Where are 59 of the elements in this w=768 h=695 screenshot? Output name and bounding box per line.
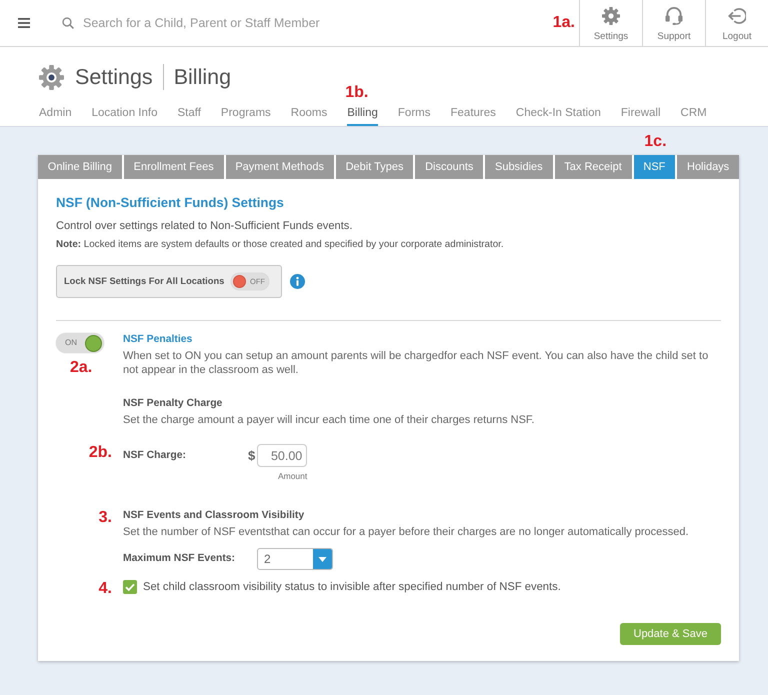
- nav-tab[interactable]: Features: [450, 104, 496, 126]
- settings-tab[interactable]: Holidays: [677, 155, 739, 179]
- nav-tab[interactable]: CRM: [680, 104, 707, 126]
- field-label: NSF Charge:: [123, 449, 187, 463]
- nav-tab[interactable]: Check-In Station: [516, 104, 601, 126]
- settings-tab[interactable]: Debit Types: [336, 155, 416, 179]
- dropdown-field[interactable]: 2: [257, 548, 333, 570]
- lock-label: Lock NSF Settings For All Locations: [64, 274, 224, 288]
- headset-icon: [665, 7, 683, 25]
- section-description: Set the charge amount a payer will incur each time one of their charges returns NSF.: [123, 413, 536, 427]
- info-icon[interactable]: [290, 274, 305, 289]
- toggle-knob: [233, 275, 246, 288]
- nav-tab[interactable]: Admin: [39, 104, 72, 126]
- caret-icon[interactable]: [313, 548, 332, 568]
- nav-tab[interactable]: Forms: [398, 104, 430, 126]
- toggle-knob: [85, 334, 102, 352]
- step-label: 1c.: [644, 133, 667, 151]
- settings-tab[interactable]: Subsidies: [485, 155, 554, 179]
- panel-description: Control over settings related to Non-Sufficient Funds events.: [56, 219, 354, 234]
- step-label: 1a.: [552, 14, 575, 32]
- section-description: When set to ON you can setup an amount parents will be chargedfor each NSF event. You can also have the child set to not appear in the classroom as well.: [123, 349, 710, 377]
- settings-tab[interactable]: NSF: [634, 155, 678, 179]
- nav-tab[interactable]: Billing: [347, 104, 378, 126]
- logout-icon: [728, 7, 746, 25]
- settings-tab[interactable]: Payment Methods: [226, 155, 336, 179]
- section-title: NSF Penalties: [123, 333, 194, 347]
- amount-field[interactable]: 50.00: [257, 444, 308, 467]
- gear-icon: [39, 64, 64, 90]
- checkbox[interactable]: [123, 580, 137, 594]
- nav-tab[interactable]: Programs: [220, 104, 271, 126]
- settings-tab[interactable]: Discounts: [415, 155, 486, 179]
- nav-tab[interactable]: Rooms: [290, 104, 328, 126]
- section-title: NSF Penalty Charge: [123, 397, 224, 411]
- menu-icon[interactable]: [18, 18, 30, 28]
- save-button[interactable]: Update & Save: [620, 623, 721, 645]
- step-label: 3.: [98, 509, 112, 527]
- search-icon: [62, 17, 74, 29]
- settings-tab[interactable]: Tax Receipt: [554, 155, 634, 179]
- step-label: 4.: [98, 580, 112, 598]
- page-title: Settings: [75, 64, 153, 90]
- step-label: 1b.: [345, 84, 368, 102]
- section-description: Set the number of NSF eventsthat can occur for a payer before their charges are no longer automatically processed.: [123, 525, 690, 539]
- checkbox-label: Set child classroom visibility status to invisible after specified number of NSF events.: [143, 580, 561, 594]
- nav-tab[interactable]: Firewall: [620, 104, 661, 126]
- step-label: 2b.: [88, 444, 112, 462]
- field-caption: Amount: [276, 471, 308, 481]
- field-label: Maximum NSF Events:: [123, 552, 236, 566]
- currency-symbol: $: [248, 447, 256, 465]
- page-subtitle: Billing: [174, 64, 232, 90]
- gear-icon: [602, 7, 620, 25]
- toggle-switch[interactable]: ON: [56, 333, 104, 353]
- settings-tab[interactable]: Enrollment Fees: [124, 155, 226, 179]
- nav-tab[interactable]: Staff: [177, 104, 201, 126]
- settings-tab[interactable]: Online Billing: [38, 155, 124, 179]
- section-title: NSF Events and Classroom Visibility: [123, 509, 306, 523]
- step-label: 2a.: [70, 359, 92, 377]
- nav-tab[interactable]: Location Info: [92, 104, 158, 126]
- panel-title: NSF (Non-Sufficient Funds) Settings: [56, 194, 285, 212]
- note-text: Note: Locked items are system defaults or those created and specified by your corporate administrator.: [56, 238, 505, 252]
